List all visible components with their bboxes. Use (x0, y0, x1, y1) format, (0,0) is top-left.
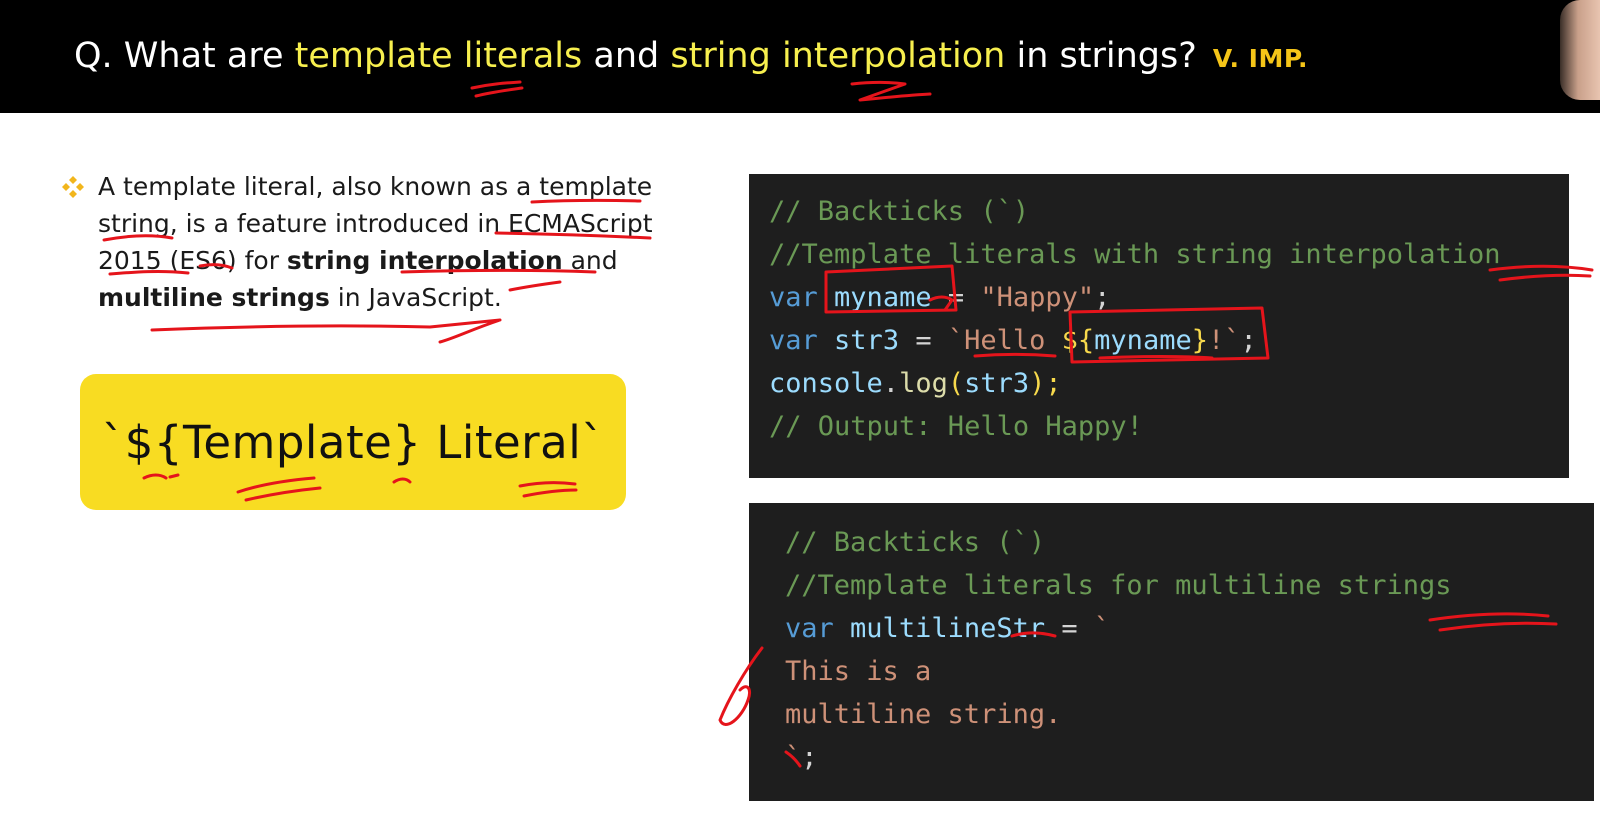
code-keyword: var (769, 325, 818, 356)
code-semicolon: ; (1094, 282, 1111, 313)
code-template-string: `Hello (947, 325, 1062, 356)
code-line: var multilineStr = ` (785, 607, 1594, 650)
code-line: //Template literals for multiline string… (785, 564, 1594, 607)
code-backtick-open: ` (1093, 613, 1111, 644)
code-semicolon: ; (801, 742, 818, 773)
title-prefix: Q. What are (74, 36, 295, 76)
code-backtick-close: ` (785, 742, 802, 773)
presenter-video-thumbnail (1560, 0, 1600, 100)
code-object: console (769, 368, 883, 399)
code-semicolon: ; (1240, 325, 1257, 356)
title-term-string-interpolation: string interpolation (670, 36, 1006, 76)
code-comment: // Backticks (`) (769, 196, 1030, 227)
code-comment: // Backticks (`) (785, 527, 1046, 558)
code-line: multiline string. (785, 693, 1594, 736)
code-operator: = (899, 325, 948, 356)
template-literal-card-label: `${Template} Literal` (101, 415, 605, 469)
code-interpolation-close: } (1191, 325, 1208, 356)
importance-badge: V. IMP. (1212, 44, 1309, 73)
code-argument: str3 (964, 368, 1030, 399)
code-operator: = (931, 282, 981, 313)
annotation-underline-multiline (150, 318, 502, 344)
code-line: // Backticks (`) (769, 190, 1569, 233)
slide-header: Q. What are template literals and string… (0, 0, 1600, 113)
title-term-template-literals: template literals (294, 36, 583, 76)
code-interpolation-open: ${ (1061, 325, 1095, 356)
code-variable: str3 (834, 325, 900, 356)
diamond-bullet-icon (62, 176, 84, 198)
title-suffix: in strings? (1005, 36, 1197, 76)
code-paren-close: ); (1029, 368, 1062, 399)
code-template-string-end: !` (1207, 325, 1241, 356)
code-interpolation-var: myname (1094, 325, 1192, 356)
code-variable: myname (834, 282, 932, 313)
code-string-line: This is a (785, 656, 932, 687)
code-dot: . (882, 368, 900, 399)
code-line: // Backticks (`) (785, 521, 1594, 564)
bullet-bold-string-interpolation: string interpolation (286, 246, 563, 275)
code-comment: //Template literals for multiline string… (785, 570, 1452, 601)
code-line: console.log(str3); (769, 362, 1569, 405)
bullet-bold-multiline-strings: multiline strings (98, 283, 330, 312)
bullet-text-part3: in JavaScript. (329, 283, 502, 312)
code-block-multiline: // Backticks (`) //Template literals for … (749, 503, 1594, 801)
code-line: var str3 = `Hello ${myname}!`; (769, 319, 1569, 362)
code-line: This is a (785, 650, 1594, 693)
code-paren: ( (947, 368, 965, 399)
code-comment: // Output: Hello Happy! (769, 411, 1143, 442)
code-line: var myname = "Happy"; (769, 276, 1569, 319)
code-line: //Template literals with string interpol… (769, 233, 1569, 276)
title-and: and (582, 36, 671, 76)
code-line: // Output: Hello Happy! (769, 405, 1569, 448)
bullet-point: A template literal, also known as a temp… (60, 168, 670, 316)
code-line: `; (785, 736, 1594, 779)
question-title: Q. What are template literals and string… (74, 34, 1308, 81)
code-keyword: var (785, 613, 834, 644)
code-function: log (899, 368, 948, 399)
code-variable: multilineStr (850, 613, 1046, 644)
code-block-interpolation: // Backticks (`) //Template literals with… (749, 174, 1569, 478)
code-keyword: var (769, 282, 818, 313)
code-comment: //Template literals with string interpol… (769, 239, 1501, 270)
code-operator: = (1045, 613, 1094, 644)
bullet-text: A template literal, also known as a temp… (98, 168, 670, 316)
code-string-line: multiline string. (785, 699, 1062, 730)
template-literal-card: `${Template} Literal` (80, 374, 626, 510)
code-string: "Happy" (980, 282, 1095, 313)
bullet-text-part2: and (562, 246, 618, 275)
